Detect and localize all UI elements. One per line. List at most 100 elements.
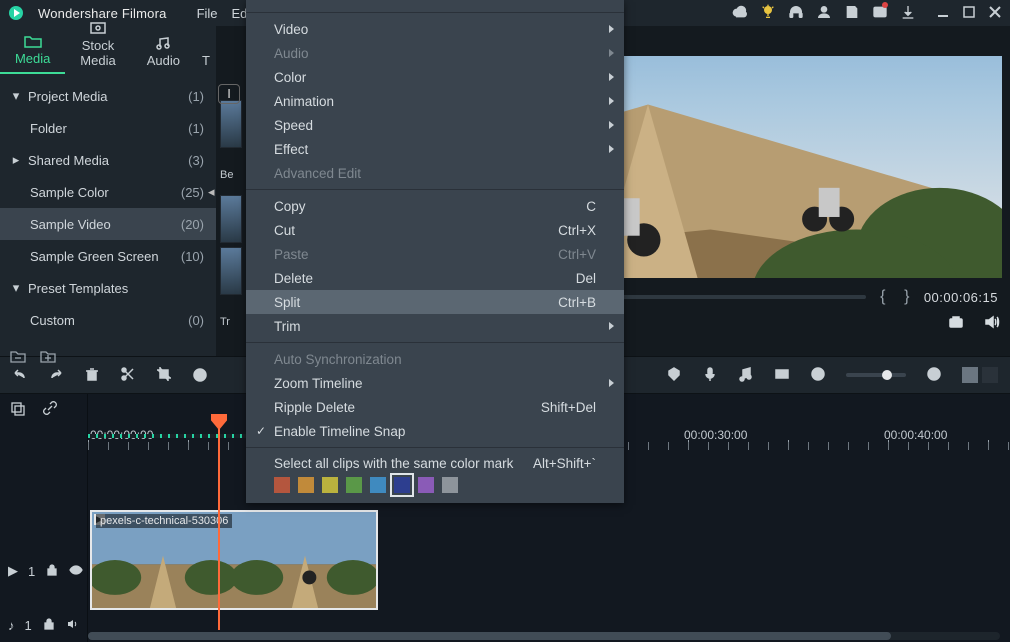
zoom-slider[interactable]	[846, 373, 906, 377]
color-swatch[interactable]	[442, 477, 458, 493]
timeline-scrollbar[interactable]	[88, 632, 1000, 640]
window-controls	[936, 5, 1002, 22]
visibility-icon[interactable]	[69, 563, 83, 580]
marker-icon[interactable]	[666, 366, 682, 385]
tree-project-media[interactable]: ▾ Project Media (1)	[0, 80, 216, 112]
zoom-thumb[interactable]	[882, 370, 892, 380]
playhead[interactable]	[218, 422, 220, 630]
lock-icon[interactable]	[42, 617, 56, 634]
split-button[interactable]	[120, 366, 136, 385]
download-icon[interactable]	[900, 4, 916, 23]
voiceover-icon[interactable]	[702, 366, 718, 385]
close-button[interactable]	[988, 5, 1002, 22]
snapshot-icon[interactable]	[948, 314, 964, 333]
menu-split[interactable]: Split Ctrl+B	[246, 290, 624, 314]
menu-enable-snap[interactable]: Enable Timeline Snap	[246, 419, 624, 443]
chevron-left-icon[interactable]: ◂	[208, 184, 222, 200]
zoom-out-icon[interactable]	[810, 366, 826, 385]
audio-track-icon: ♪	[8, 618, 15, 633]
tree-custom[interactable]: Custom (0)	[0, 304, 216, 336]
video-clip[interactable]: ▶ pexels-c-technical-530306	[90, 510, 378, 610]
media-thumbnail[interactable]	[220, 247, 242, 295]
menu-zoom-timeline[interactable]: Zoom Timeline	[246, 371, 624, 395]
cloud-icon[interactable]	[732, 4, 748, 23]
media-thumbnail[interactable]	[220, 100, 242, 148]
speed-button[interactable]	[192, 366, 208, 385]
new-folder-minus-icon[interactable]	[10, 348, 26, 367]
mark-in-icon[interactable]: {	[876, 288, 890, 306]
media-panel: Media Stock Media Audio T ▾ Project Medi…	[0, 26, 216, 356]
tab-stock-media[interactable]: Stock Media	[65, 21, 130, 74]
view-small[interactable]	[982, 367, 998, 383]
menu-shortcut: Ctrl+B	[558, 295, 596, 310]
chevron-down-icon: ▾	[10, 280, 22, 296]
menu-color[interactable]: Color	[246, 65, 624, 89]
menu-label: Video	[274, 22, 308, 37]
tab-stock-media-label: Stock Media	[80, 38, 115, 68]
tree-folder[interactable]: Folder (1)	[0, 112, 216, 144]
bulb-icon[interactable]	[760, 4, 776, 23]
headphones-icon[interactable]	[788, 4, 804, 23]
redo-button[interactable]	[48, 366, 64, 385]
tab-media[interactable]: Media	[0, 34, 65, 74]
menu-cut[interactable]: CutCtrl+X	[246, 218, 624, 242]
new-folder-plus-icon[interactable]	[40, 348, 56, 367]
menu-file[interactable]: File	[197, 6, 218, 21]
thumb-caption: Be	[220, 169, 233, 181]
tree-sample-video[interactable]: Sample Video (20)	[0, 208, 216, 240]
zoom-in-icon[interactable]	[926, 366, 942, 385]
view-toggle[interactable]	[962, 367, 998, 383]
tab-more[interactable]: T	[196, 53, 216, 74]
user-icon[interactable]	[816, 4, 832, 23]
color-swatch[interactable]	[418, 477, 434, 493]
menu-paste: PasteCtrl+V	[246, 242, 624, 266]
volume-icon[interactable]	[984, 314, 1000, 333]
scrollbar-thumb[interactable]	[88, 632, 891, 640]
menu-select-by-color[interactable]: Select all clips with the same color mar…	[246, 452, 624, 477]
tree-sample-color[interactable]: Sample Color (25)	[0, 176, 216, 208]
color-swatch[interactable]	[298, 477, 314, 493]
crop-button[interactable]	[156, 366, 172, 385]
link-icon[interactable]	[42, 400, 58, 419]
color-swatch[interactable]	[370, 477, 386, 493]
menu-label: Split	[274, 295, 300, 310]
color-swatch[interactable]	[322, 477, 338, 493]
keyframe-icon[interactable]	[774, 366, 790, 385]
delete-button[interactable]	[84, 366, 100, 385]
video-track[interactable]: ▶ pexels-c-technical-530306	[88, 510, 1010, 610]
menu-delete[interactable]: DeleteDel	[246, 266, 624, 290]
menu-trim[interactable]: Trim	[246, 314, 624, 338]
audio-mixer-icon[interactable]	[738, 366, 754, 385]
color-swatch[interactable]	[394, 477, 410, 493]
maximize-button[interactable]	[962, 5, 976, 22]
color-swatch[interactable]	[346, 477, 362, 493]
media-thumbnail[interactable]	[220, 195, 242, 243]
mute-icon[interactable]	[66, 617, 80, 634]
video-track-header[interactable]: ▶ 1	[0, 558, 87, 584]
tab-audio[interactable]: Audio	[131, 36, 196, 74]
mark-out-icon[interactable]: }	[900, 288, 914, 306]
audio-track-header[interactable]: ♪ 1	[0, 612, 87, 638]
tree-preset-templates[interactable]: ▾ Preset Templates	[0, 272, 216, 304]
track-manager-icon[interactable]	[10, 400, 26, 419]
undo-button[interactable]	[12, 366, 28, 385]
menu-copy[interactable]: CopyC	[246, 194, 624, 218]
menu-speed[interactable]: Speed	[246, 113, 624, 137]
import-button[interactable]: I	[218, 84, 240, 104]
tab-media-label: Media	[15, 51, 50, 66]
minimize-button[interactable]	[936, 5, 950, 22]
tree-label: Sample Video	[30, 217, 181, 232]
menu-animation[interactable]: Animation	[246, 89, 624, 113]
menu-effect[interactable]: Effect	[246, 137, 624, 161]
color-swatch[interactable]	[274, 477, 290, 493]
tree-shared-media[interactable]: ▸ Shared Media (3)	[0, 144, 216, 176]
message-icon[interactable]	[872, 4, 888, 23]
lock-icon[interactable]	[45, 563, 59, 580]
menu-video[interactable]: Video	[246, 17, 624, 41]
tree-sample-green[interactable]: Sample Green Screen (10)	[0, 240, 216, 272]
view-large[interactable]	[962, 367, 978, 383]
menu-label: Effect	[274, 142, 308, 157]
menu-ripple-delete[interactable]: Ripple DeleteShift+Del	[246, 395, 624, 419]
save-icon[interactable]	[844, 4, 860, 23]
preview-timecode: 00:00:06:15	[924, 290, 998, 305]
